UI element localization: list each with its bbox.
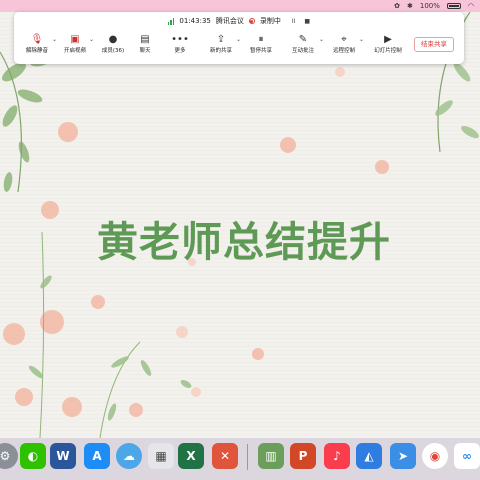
macos-menu-bar: ✿ ✱ 100% ◠	[0, 0, 480, 12]
microphone-muted-icon: 🎙	[30, 34, 44, 45]
xmind-icon[interactable]: ✕	[212, 443, 238, 469]
shared-slide: 黄老师总结提升	[0, 12, 480, 438]
meeting-toolbar: 01:43:35 腾讯会议 录制中 II ■ 🎙 解除静音 ⌄ ▣ 开启视频 ⌄…	[14, 12, 464, 64]
new-share-button[interactable]: ⇪ 新的共享	[204, 32, 238, 60]
tencent-meeting-icon[interactable]: ◭	[356, 443, 382, 469]
pause-recording-button[interactable]: II	[292, 18, 296, 25]
dock-separator	[247, 444, 248, 470]
meeting-app-title: 腾讯会议	[215, 17, 244, 25]
macos-dock: ⚙ ◐ W A ☁ ▦ X ✕ ▥ P ♪ ◭ ➤ ◉ ∞	[0, 438, 480, 480]
stop-recording-button[interactable]: ■	[304, 18, 310, 25]
meeting-status-bar: 01:43:35 腾讯会议 录制中 II ■	[14, 15, 464, 27]
person-icon: ●	[108, 34, 118, 45]
end-share-button[interactable]: 结束共享	[414, 37, 454, 52]
flower-menu-icon[interactable]: ✿	[394, 0, 400, 12]
launchpad-icon[interactable]: ▦	[148, 443, 174, 469]
chat-bubble-icon: ▤	[140, 34, 150, 45]
more-button[interactable]: ••• 更多	[163, 32, 197, 60]
books-icon[interactable]: ▥	[258, 443, 284, 469]
battery-icon[interactable]	[446, 3, 461, 9]
baidu-netdisk-icon[interactable]: ∞	[454, 443, 480, 469]
network-signal-icon	[167, 17, 175, 25]
slide-title: 黄老师总结提升	[97, 218, 391, 266]
chevron-down-icon[interactable]: ⌄	[359, 36, 364, 43]
start-video-button[interactable]: ▣ 开启视频	[58, 32, 92, 60]
remote-control-button[interactable]: ⌖ 远程控制	[327, 32, 361, 60]
wechat-icon[interactable]: ◐	[20, 443, 46, 469]
pause-icon: ⏸	[258, 34, 264, 45]
chevron-down-icon[interactable]: ⌄	[52, 36, 57, 43]
recording-icon	[248, 18, 255, 24]
chat-button[interactable]: ▤ 聊天	[128, 32, 162, 60]
slideshow-icon: ▶	[384, 34, 392, 45]
annotate-button[interactable]: ✎ 互动批注	[286, 32, 320, 60]
share-screen-icon: ⇪	[216, 34, 226, 45]
pause-share-button[interactable]: ⏸ 暂停共享	[244, 32, 278, 60]
chevron-down-icon[interactable]: ⌄	[236, 36, 241, 43]
wifi-icon[interactable]: ◠	[468, 0, 474, 12]
camera-off-icon: ▣	[70, 34, 80, 45]
bluetooth-icon[interactable]: ✱	[407, 0, 413, 12]
app-store-icon[interactable]: A	[84, 443, 110, 469]
system-preferences-icon[interactable]: ⚙	[0, 443, 18, 469]
feishu-icon[interactable]: ➤	[390, 443, 416, 469]
chevron-down-icon[interactable]: ⌄	[319, 36, 324, 43]
excel-icon[interactable]: X	[178, 443, 204, 469]
unmute-button[interactable]: 🎙 解除静音	[20, 32, 54, 60]
chevron-down-icon[interactable]: ⌄	[89, 36, 94, 43]
lark-icon[interactable]: ☁	[116, 443, 142, 469]
more-dots-icon: •••	[171, 34, 189, 45]
slideshow-control-button[interactable]: ▶ 幻灯片控制	[368, 32, 408, 60]
members-button[interactable]: ● 成员(36)	[96, 32, 130, 60]
chrome-icon[interactable]: ◉	[422, 443, 448, 469]
remote-cursor-icon: ⌖	[341, 34, 347, 45]
pen-icon: ✎	[298, 34, 308, 45]
recording-label: 录制中	[259, 17, 281, 25]
meeting-elapsed-time: 01:43:35	[179, 17, 211, 25]
powerpoint-icon[interactable]: P	[290, 443, 316, 469]
battery-percent: 100%	[419, 2, 440, 10]
music-icon[interactable]: ♪	[324, 443, 350, 469]
word-icon[interactable]: W	[50, 443, 76, 469]
